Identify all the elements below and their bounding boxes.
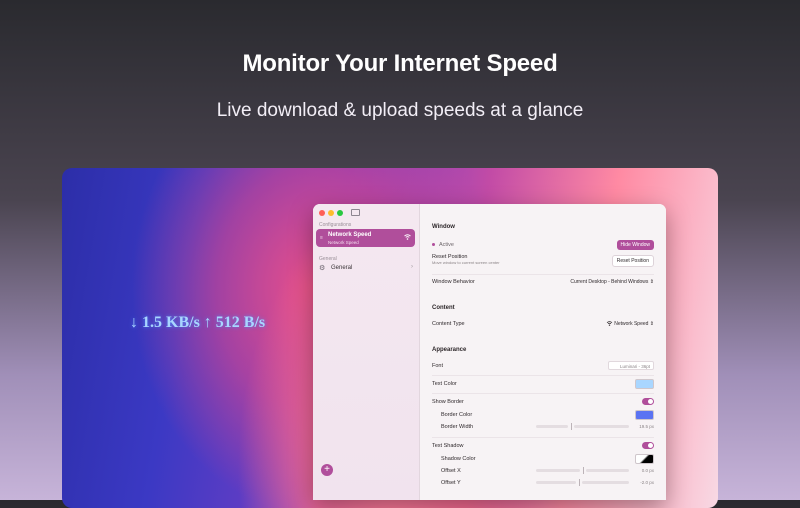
window-behavior-label: Window Behavior bbox=[432, 279, 475, 285]
sidebar-toggle-icon[interactable] bbox=[351, 209, 360, 216]
offset-x-slider-thumb[interactable] bbox=[583, 467, 584, 474]
border-width-slider-thumb[interactable] bbox=[571, 423, 572, 430]
add-configuration-button[interactable]: + bbox=[321, 464, 333, 476]
hero-subtitle: Live download & upload speeds at a glanc… bbox=[216, 100, 584, 121]
offset-y-value: -2.0 px bbox=[640, 480, 654, 485]
border-width-slider-track-right[interactable] bbox=[574, 425, 629, 428]
shadow-color-row: Shadow Color bbox=[441, 454, 654, 464]
text-shadow-toggle[interactable] bbox=[642, 442, 654, 449]
sidebar-item-general[interactable]: ⚙ General › bbox=[319, 264, 415, 274]
divider bbox=[432, 375, 654, 376]
show-border-row: Show Border bbox=[432, 398, 654, 405]
offset-x-slider-track[interactable] bbox=[536, 469, 580, 472]
settings-content: Window Active Hide Window Reset Position… bbox=[420, 204, 666, 500]
content-type-row: Content Type Network Speed ⇕ bbox=[432, 321, 654, 327]
offset-x-row: Offset X 0.0 px bbox=[441, 467, 654, 474]
offset-x-value: 0.0 px bbox=[641, 468, 654, 473]
sidebar: Configurations ≡ Network Speed Network S… bbox=[313, 204, 420, 500]
hide-window-button[interactable]: Hide Window bbox=[616, 240, 654, 250]
chevron-right-icon: › bbox=[411, 264, 413, 270]
content-type-label: Content Type bbox=[432, 321, 465, 327]
offset-y-label: Offset Y bbox=[441, 480, 461, 486]
section-header-window: Window bbox=[432, 224, 455, 230]
border-width-row: Border Width 19.5 px bbox=[441, 423, 654, 430]
window-behavior-select[interactable]: Current Desktop - Behind Windows ⇕ bbox=[570, 279, 654, 285]
font-row: Font Luminari - 36pt bbox=[432, 361, 654, 370]
section-header-appearance: Appearance bbox=[432, 347, 467, 353]
content-type-select[interactable]: Network Speed ⇕ bbox=[606, 321, 654, 327]
border-width-value: 19.5 px bbox=[639, 424, 654, 429]
wifi-icon bbox=[606, 321, 614, 327]
font-label: Font bbox=[432, 363, 444, 369]
offset-y-row: Offset Y -2.0 px bbox=[441, 479, 654, 486]
minimize-window-button[interactable] bbox=[328, 210, 334, 216]
border-color-well[interactable] bbox=[635, 410, 654, 420]
show-border-label: Show Border bbox=[432, 399, 464, 405]
text-color-row: Text Color bbox=[432, 379, 654, 389]
text-shadow-label: Text Shadow bbox=[432, 443, 464, 449]
gear-icon: ⚙ bbox=[319, 265, 326, 272]
divider bbox=[432, 437, 654, 438]
reset-position-button[interactable]: Reset Position bbox=[611, 255, 654, 267]
active-label: Active bbox=[439, 242, 454, 248]
offset-y-slider-thumb[interactable] bbox=[579, 479, 580, 486]
sidebar-item-network-speed[interactable]: ≡ Network Speed Network Speed bbox=[316, 229, 415, 247]
offset-y-slider-track-right[interactable] bbox=[582, 481, 629, 484]
settings-window: Configurations ≡ Network Speed Network S… bbox=[313, 204, 666, 500]
close-window-button[interactable] bbox=[319, 210, 325, 216]
border-width-slider-track[interactable] bbox=[536, 425, 568, 428]
shadow-color-well[interactable] bbox=[635, 454, 654, 464]
offset-y-slider-track[interactable] bbox=[536, 481, 576, 484]
active-row: Active Hide Window bbox=[432, 240, 654, 250]
show-border-toggle[interactable] bbox=[642, 398, 654, 405]
reset-position-row: Reset Position Move window to current sc… bbox=[432, 254, 654, 267]
sidebar-item-subtitle: Network Speed bbox=[328, 240, 359, 245]
active-status-dot bbox=[432, 243, 435, 247]
text-color-label: Text Color bbox=[432, 381, 457, 387]
offset-x-slider-track-right[interactable] bbox=[586, 469, 629, 472]
shadow-color-label: Shadow Color bbox=[441, 456, 476, 462]
section-header-content: Content bbox=[432, 305, 455, 311]
divider bbox=[432, 393, 654, 394]
window-behavior-row: Window Behavior Current Desktop - Behind… bbox=[432, 279, 654, 285]
divider bbox=[432, 274, 654, 275]
text-shadow-row: Text Shadow bbox=[432, 442, 654, 449]
border-width-label: Border Width bbox=[441, 424, 474, 430]
wifi-icon bbox=[404, 234, 411, 242]
zoom-window-button[interactable] bbox=[337, 210, 343, 216]
section-label-general: General bbox=[319, 256, 337, 262]
border-color-row: Border Color bbox=[441, 410, 654, 420]
speed-overlay[interactable]: ↓ 1.5 KB/s ↑ 512 B/s bbox=[130, 314, 265, 332]
sidebar-item-general-label: General bbox=[331, 265, 353, 271]
hero-title: Monitor Your Internet Speed bbox=[242, 50, 558, 77]
sidebar-item-title: Network Speed bbox=[328, 232, 372, 238]
font-picker-field[interactable]: Luminari - 36pt bbox=[608, 361, 654, 370]
drag-handle-icon: ≡ bbox=[320, 235, 323, 241]
content-type-value: Network Speed ⇕ bbox=[614, 321, 654, 327]
text-color-well[interactable] bbox=[635, 379, 654, 389]
section-label-configurations: Configurations bbox=[319, 222, 352, 228]
border-color-label: Border Color bbox=[441, 412, 473, 418]
offset-x-label: Offset X bbox=[441, 468, 461, 474]
